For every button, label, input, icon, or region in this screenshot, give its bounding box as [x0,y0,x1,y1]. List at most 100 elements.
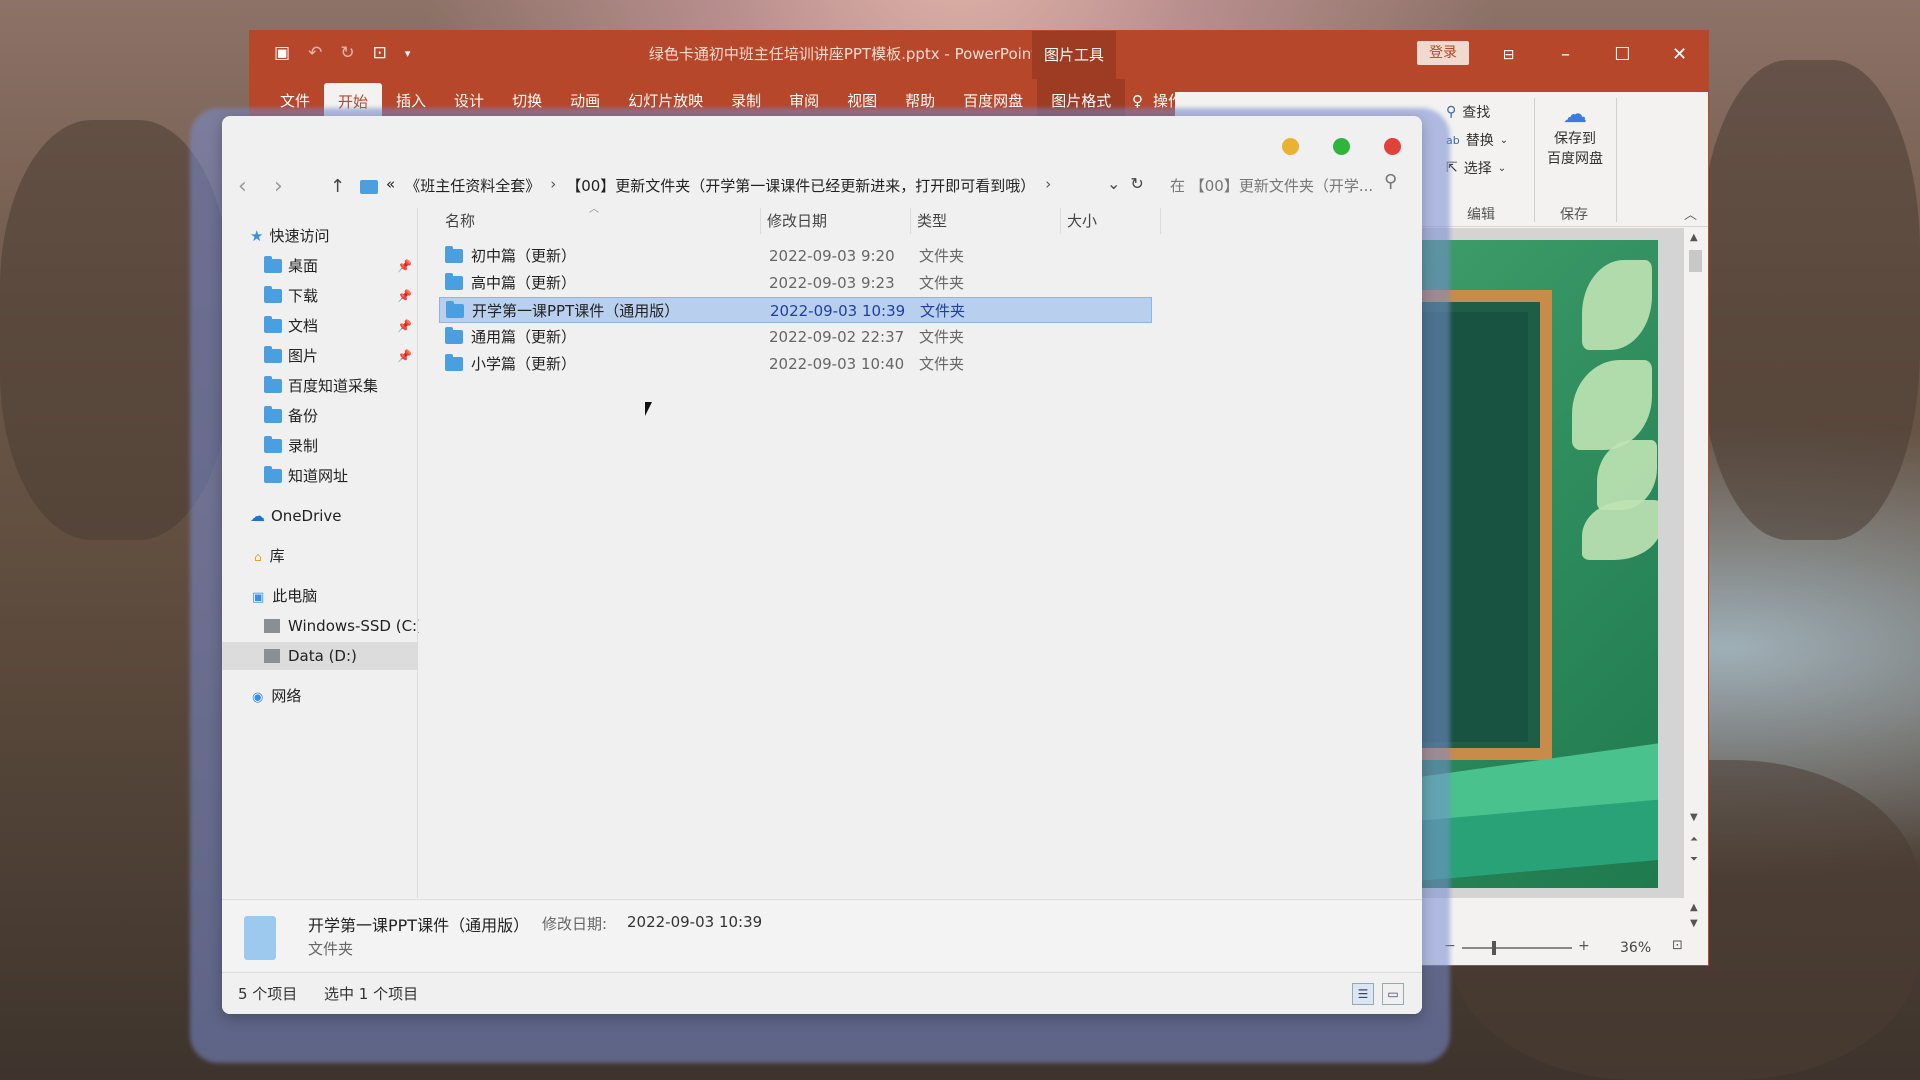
slide-canvas[interactable] [1422,240,1658,888]
close-icon[interactable]: ✕ [1651,31,1708,79]
file-row[interactable]: 通用篇（更新） 2022-09-02 22:37 文件夹 [439,324,1152,350]
present-icon[interactable]: ⊡ [373,43,387,63]
forward-icon[interactable]: › [274,174,283,199]
window-controls: ⊟ – ☐ ✕ [1480,31,1708,79]
search-input[interactable]: 在 【00】更新文件夹（开学... [1170,175,1402,196]
folder-icon [264,346,282,363]
file-type: 文件夹 [919,247,965,265]
select-button[interactable]: ⇱ 选择 ⌄ [1446,158,1506,178]
details-name: 开学第一课PPT课件（通用版） [308,916,530,935]
zoom-level[interactable]: 36% [1620,940,1651,956]
file-type: 文件夹 [919,328,965,346]
slide-leaf-decoration [1582,260,1652,350]
nav-quick-access[interactable]: ★ 快速访问 [222,222,418,250]
ribbon-display-icon[interactable]: ⊟ [1480,31,1537,79]
file-row[interactable]: 初中篇（更新） 2022-09-03 9:20 文件夹 [439,243,1152,269]
file-row[interactable]: 高中篇（更新） 2022-09-03 9:23 文件夹 [439,270,1152,296]
pin-icon[interactable]: 📌 [397,312,412,340]
scrollbar-thumb[interactable] [1689,250,1702,272]
nav-drive-c[interactable]: Windows-SSD (C:) [222,612,423,640]
minimize-icon[interactable]: – [1537,31,1594,79]
find-label: 查找 [1462,105,1491,121]
column-header-size[interactable]: 大小 [1061,208,1161,234]
column-header-name[interactable]: 名称 [439,208,761,234]
scroll-down-icon[interactable]: ▼ [1690,812,1698,823]
breadcrumb-overflow[interactable]: « [386,175,395,196]
folder-preview-icon [244,916,276,960]
nav-onedrive[interactable]: ☁ OneDrive [222,502,418,530]
close-dot-icon[interactable] [1384,138,1401,155]
folder-icon [264,286,282,303]
replace-button[interactable]: ab 替换 ⌄ [1446,130,1508,150]
chevron-down-icon: ⌄ [1499,134,1509,146]
column-header-type[interactable]: 类型 [911,208,1061,234]
next-slide-icon[interactable]: ⏷ [1690,854,1698,865]
zoom-in-icon[interactable]: + [1578,938,1590,954]
fit-to-window-icon[interactable]: ⊡ [1672,938,1683,953]
pin-icon[interactable]: 📌 [397,252,412,280]
notes-scroll-up-icon[interactable]: ▲ [1690,902,1698,913]
breadcrumb-item[interactable]: 《班主任资料全套》 [405,175,540,196]
customize-qat-icon[interactable]: ▾ [405,47,411,60]
history-dropdown-icon[interactable]: ⌄ [1107,174,1120,193]
nav-item-downloads[interactable]: 下载 📌 [222,282,418,310]
nav-label: 网络 [271,687,302,705]
file-date: 2022-09-03 9:23 [769,274,895,292]
computer-icon: ▣ [252,590,265,605]
slide-vertical-scrollbar[interactable]: ▲ ▼ ⏶ ⏷ [1684,228,1708,898]
up-icon[interactable]: ↑ [330,176,345,197]
large-icons-view-icon[interactable]: ▭ [1382,983,1404,1005]
login-button[interactable]: 登录 [1417,41,1469,65]
nav-item-baidu-collect[interactable]: 百度知道采集 [222,372,418,400]
nav-item-pictures[interactable]: 图片 📌 [222,342,418,370]
save-to-baidu-button[interactable]: ☁ 保存到 百度网盘 [1542,100,1608,168]
breadcrumb-item[interactable]: 【00】更新文件夹（开学第一课课件已经更新进来，打开即可看到哦） [566,175,1035,196]
back-icon[interactable]: ‹ [238,174,247,199]
details-view-icon[interactable]: ☰ [1352,983,1374,1005]
nav-network[interactable]: ◉ 网络 [222,682,418,710]
nav-drive-d[interactable]: Data (D:) [222,642,418,670]
maximize-dot-icon[interactable] [1333,138,1350,155]
collapse-ribbon-icon[interactable]: ︿ [1684,204,1697,223]
pin-icon[interactable]: 📌 [397,282,412,310]
file-type: 文件夹 [920,302,966,320]
zoom-slider[interactable] [1462,941,1572,955]
breadcrumb-separator-icon[interactable]: › [550,175,556,196]
pin-icon[interactable]: 📌 [397,342,412,370]
scroll-up-icon[interactable]: ▲ [1690,232,1698,243]
minimize-dot-icon[interactable] [1282,138,1299,155]
address-tools: ⌄ ↻ [1107,174,1144,193]
undo-icon[interactable]: ↶ [308,43,322,63]
redo-icon[interactable]: ↻ [340,43,354,63]
nav-item-zhidao-url[interactable]: 知道网址 [222,462,418,490]
maximize-icon[interactable]: ☐ [1594,31,1651,79]
zoom-slider-thumb[interactable] [1492,941,1496,955]
nav-label: OneDrive [271,507,342,525]
navigation-pane: ★ 快速访问 桌面 📌 下载 📌 文档 📌 图片 📌 百度知道采集 备份 录制 知道网址 … [222,208,423,898]
ribbon-editing-area: ⚲ 查找 ab 替换 ⌄ ⇱ 选择 ⌄ 编辑 ☁ 保存到 百度网盘 保存 ︿ [1440,92,1708,227]
folder-icon [445,273,463,290]
file-row-selected[interactable]: 开学第一课PPT课件（通用版） 2022-09-03 10:39 文件夹 [439,297,1152,323]
nav-item-documents[interactable]: 文档 📌 [222,312,418,340]
search-icon: ⚲ [1446,104,1457,120]
nav-this-pc[interactable]: ▣ 此电脑 [222,582,418,610]
refresh-icon[interactable]: ↻ [1130,174,1143,193]
nav-item-backup[interactable]: 备份 [222,402,418,430]
save-icon[interactable]: ▣ [274,43,290,63]
notes-scroll-down-icon[interactable]: ▼ [1690,918,1698,929]
nav-item-desktop[interactable]: 桌面 📌 [222,252,418,280]
breadcrumb[interactable]: « 《班主任资料全套》 › 【00】更新文件夹（开学第一课课件已经更新进来，打开… [386,175,1051,196]
breadcrumb-separator-icon[interactable]: › [1045,175,1051,196]
details-modified-value: 2022-09-03 10:39 [627,913,763,931]
column-header-date[interactable]: 修改日期 [761,208,911,234]
nav-item-record[interactable]: 录制 [222,432,418,460]
nav-label: 文档 [288,317,319,335]
ribbon-separator [1534,98,1535,222]
previous-slide-icon[interactable]: ⏶ [1690,834,1698,845]
folder-icon [264,256,282,273]
file-row[interactable]: 小学篇（更新） 2022-09-03 10:40 文件夹 [439,351,1152,377]
nav-library[interactable]: ⌂ 库 [222,542,418,570]
nav-label: 快速访问 [269,227,330,245]
find-button[interactable]: ⚲ 查找 [1446,102,1490,122]
search-icon[interactable]: ⚲ [1384,171,1397,192]
